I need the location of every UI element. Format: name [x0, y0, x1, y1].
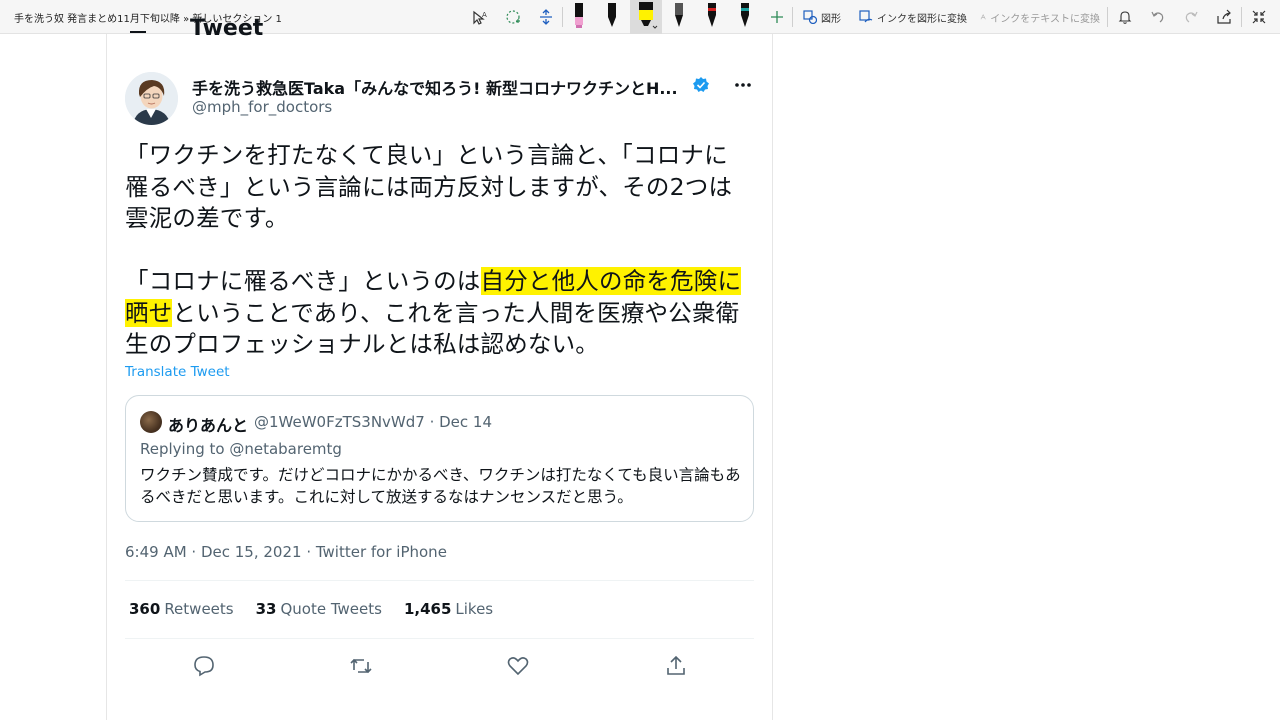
quote-tweets-label: Quote Tweets: [280, 600, 382, 618]
share-button[interactable]: [1213, 0, 1235, 34]
tweet-paragraph-1: 「ワクチンを打たなくて良い」という言論と、「コロナに罹るべき」という言論には両方…: [125, 141, 733, 232]
tweet-text: 「ワクチンを打たなくて良い」という言論と、「コロナに罹るべき」という言論には両方…: [125, 140, 750, 361]
redo-icon: [1185, 11, 1198, 23]
highlighter-yellow-button[interactable]: [630, 0, 662, 34]
quote-tweets-count: 33: [255, 600, 277, 618]
reply-icon[interactable]: [192, 654, 216, 678]
quoted-author-avatar: [140, 411, 162, 433]
ink-to-shape-icon: [859, 10, 873, 23]
plus-icon: [771, 11, 783, 23]
like-heart-icon[interactable]: [506, 654, 530, 678]
tweet-timestamp[interactable]: 6:49 AM · Dec 15, 2021 · Twitter for iPh…: [125, 543, 447, 561]
avatar-illustration: [125, 72, 178, 125]
retweets-label: Retweets: [164, 600, 234, 618]
notifications-button[interactable]: [1114, 0, 1136, 34]
add-pen-button[interactable]: [766, 0, 788, 34]
author-avatar[interactable]: [125, 72, 178, 125]
redo-button[interactable]: [1180, 0, 1202, 34]
shapes-button[interactable]: 図形: [800, 0, 844, 34]
tweet-paragraph-2-start: 「コロナに罹るべき」というのは: [125, 267, 481, 295]
lasso-icon: [506, 10, 520, 24]
type-select-tool-button[interactable]: A: [468, 0, 492, 34]
svg-text:A: A: [482, 11, 487, 19]
tweet-header-title: Tweet: [190, 16, 264, 41]
retweets-count: 360: [129, 600, 161, 618]
quoted-replying-to: Replying to @netabaremtg: [140, 440, 342, 458]
pen-pink-button[interactable]: [568, 0, 590, 34]
retweet-icon[interactable]: [349, 654, 373, 678]
likes-label: Likes: [455, 600, 494, 618]
tweet-stats: 360 Retweets 33 Quote Tweets 1,465 Likes: [129, 600, 493, 618]
quoted-tweet-text: ワクチン賛成です。だけどコロナにかかるべき、ワクチンは打たなくても良い言論もある…: [140, 466, 741, 506]
highlighter-yellow-icon: [639, 2, 658, 29]
more-options-icon[interactable]: [733, 78, 753, 92]
likes-count: 1,465: [403, 600, 452, 618]
add-space-icon: [540, 9, 552, 25]
quoted-author-meta: @1WeW0FzTS3NvWd7 · Dec 14: [254, 413, 493, 431]
tweet-column-left-border: [106, 34, 107, 720]
ink-to-text-icon: [980, 14, 986, 20]
quote-tweets-stat[interactable]: 33 Quote Tweets: [256, 600, 382, 618]
pen-gray-icon: [675, 3, 683, 27]
pen-black-icon: [608, 3, 616, 27]
verified-badge-icon: [693, 77, 709, 92]
pen-black-button[interactable]: [601, 0, 623, 34]
ink-to-shape-label: インクを図形に変換: [877, 13, 967, 25]
type-select-icon: A: [473, 10, 487, 25]
quoted-author-name: ありあんと: [168, 416, 249, 435]
author-handle[interactable]: @mph_for_doctors: [192, 98, 332, 116]
quoted-tweet-card[interactable]: ありあんと @1WeW0FzTS3NvWd7 · Dec 14 Replying…: [125, 395, 754, 522]
undo-icon: [1151, 11, 1164, 23]
share-tweet-icon[interactable]: [664, 654, 688, 678]
pen-red-button[interactable]: [701, 0, 723, 34]
shapes-label: 図形: [821, 13, 841, 25]
author-name[interactable]: 手を洗う救急医Taka「みんなで知ろう! 新型コロナワクチンとH...: [192, 75, 687, 99]
exit-fullscreen-button[interactable]: [1248, 0, 1270, 34]
retweets-stat[interactable]: 360 Retweets: [129, 600, 234, 618]
pen-gray-button[interactable]: [668, 0, 690, 34]
translate-tweet-link[interactable]: Translate Tweet: [125, 364, 230, 380]
ink-to-text-label: インクをテキストに変換: [990, 13, 1100, 25]
pen-red-icon: [708, 3, 716, 27]
tweet-paragraph-2-end: ということであり、これを言った人間を医療や公衆衛生のプロフェッショナルとは私は認…: [125, 298, 740, 359]
bell-icon: [1118, 11, 1132, 24]
divider: [125, 638, 754, 639]
ink-to-shape-button[interactable]: インクを図形に変換: [858, 0, 968, 34]
highlighter-pink-icon: [575, 3, 583, 28]
divider: [125, 580, 754, 581]
ink-to-text-button[interactable]: インクをテキストに変換: [980, 0, 1100, 34]
pen-teal-icon: [741, 3, 749, 27]
collapse-icon: [1252, 10, 1266, 24]
shapes-icon: [803, 10, 817, 24]
lasso-select-tool-button[interactable]: [501, 0, 525, 34]
likes-stat[interactable]: 1,465 Likes: [404, 600, 493, 618]
tweet-column-right-border: [772, 34, 773, 720]
share-icon: [1217, 9, 1231, 24]
back-arrow-icon[interactable]: [128, 28, 148, 38]
pen-teal-button[interactable]: [734, 0, 756, 34]
undo-button[interactable]: [1147, 0, 1169, 34]
add-space-tool-button[interactable]: [534, 0, 558, 34]
tweet-paragraph-2: 「コロナに罹るべき」というのは自分と他人の命を危険に晒せということであり、これを…: [125, 266, 750, 361]
